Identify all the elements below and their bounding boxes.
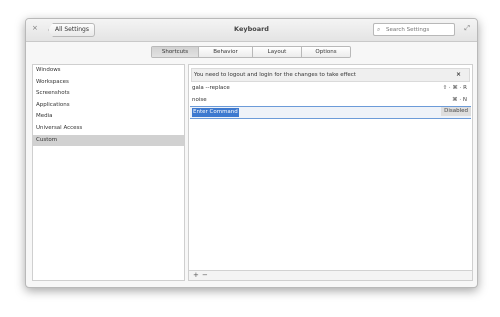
list-toolbar: + − [189,270,472,280]
add-icon[interactable]: + [193,271,199,279]
remove-icon[interactable]: − [202,271,208,279]
category-item-screenshots[interactable]: Screenshots [33,88,184,100]
category-item-universal-access[interactable]: Universal Access [33,123,184,135]
settings-window: × All Settings Keyboard ⌕ ⤢ Shortcuts Be… [25,18,478,288]
shortcut-command[interactable]: noise [192,95,207,106]
shortcut-panel: You need to logout and login for the cha… [188,64,473,281]
tab-shortcuts[interactable]: Shortcuts [152,47,198,57]
shortcut-keys[interactable]: ⌘ · N [452,95,467,106]
shortcut-command[interactable]: gala --replace [192,83,230,94]
tab-behavior[interactable]: Behavior [198,47,252,57]
info-bar: You need to logout and login for the cha… [191,68,470,82]
category-item-workspaces[interactable]: Workspaces [33,77,184,89]
search-input[interactable] [386,24,450,35]
maximize-icon[interactable]: ⤢ [464,24,470,33]
tab-options[interactable]: Options [301,47,350,57]
tab-layout[interactable]: Layout [252,47,301,57]
shortcut-row-editing[interactable]: Enter Command Disabled [190,106,471,119]
tab-bar: Shortcuts Behavior Layout Options [151,46,351,58]
shortcut-keys[interactable]: ⇧ · ⌘ · R [443,83,467,94]
category-item-media[interactable]: Media [33,111,184,123]
search-field[interactable]: ⌕ [373,23,455,36]
shortcut-keys[interactable]: Disabled [441,107,471,116]
info-message: You need to logout and login for the cha… [194,72,356,78]
category-list: Windows Workspaces Screenshots Applicati… [32,64,185,281]
shortcut-row[interactable]: noise ⌘ · N [190,95,471,106]
shortcut-row[interactable]: gala --replace ⇧ · ⌘ · R [190,83,471,94]
category-item-custom[interactable]: Custom [33,134,184,147]
category-item-windows[interactable]: Windows [33,65,184,77]
category-item-applications[interactable]: Applications [33,100,184,112]
command-input[interactable]: Enter Command [192,108,239,117]
title-bar: × All Settings Keyboard ⌕ ⤢ [26,19,477,42]
close-icon[interactable]: × [456,69,461,81]
search-icon: ⌕ [377,26,381,33]
